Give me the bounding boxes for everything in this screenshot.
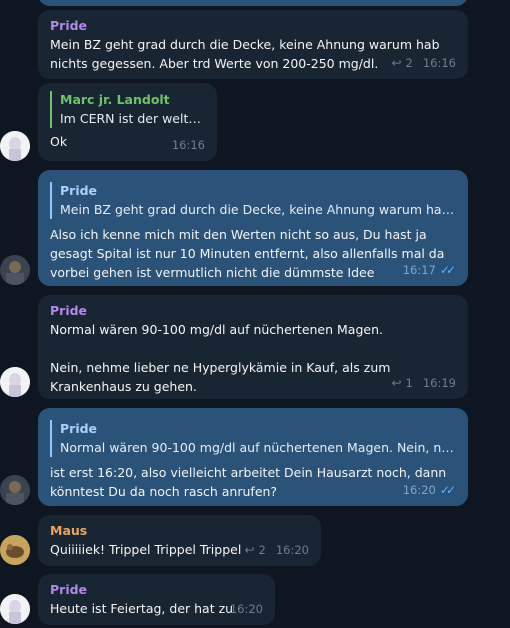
double-check-icon: ✓✓ — [439, 263, 456, 277]
avatar-image — [0, 594, 30, 624]
avatar[interactable] — [0, 475, 30, 505]
message-bubble[interactable]: Pride Mein BZ geht grad durch die Decke,… — [38, 10, 468, 79]
sender-name[interactable]: Pride — [50, 581, 263, 599]
reply-count[interactable]: 2 — [406, 54, 413, 73]
avatar-image — [0, 131, 30, 161]
reply-arrow-icon[interactable]: ↩ — [391, 374, 401, 393]
message-meta: 16:20 — [230, 600, 263, 619]
avatar[interactable] — [0, 594, 30, 624]
sender-name[interactable]: Pride — [50, 302, 456, 320]
message-time: 16:20 — [275, 543, 309, 557]
quote-text: Mein BZ geht grad durch die Decke, keine… — [60, 202, 456, 217]
reply-arrow-icon[interactable]: ↩ — [391, 54, 401, 73]
avatar-image — [0, 535, 30, 565]
avatar-image — [0, 475, 30, 505]
message-meta: 16:20 ✓✓ — [403, 481, 456, 500]
message-time: 16:16 — [171, 138, 205, 152]
message-meta: ↩ 2 16:20 — [244, 541, 309, 560]
message-text: Also ich kenne mich mit den Werten nicht… — [50, 227, 449, 280]
reply-quote[interactable]: Pride Mein BZ geht grad durch die Decke,… — [50, 182, 456, 219]
message-bubble[interactable]: Marc jr. Landolt Im CERN ist der weltw..… — [38, 83, 217, 161]
message-meta: 16:17 ✓✓ — [403, 261, 456, 280]
message-bubble[interactable]: Pride Mein BZ geht grad durch die Decke,… — [38, 170, 468, 286]
double-check-icon: ✓✓ — [439, 483, 456, 497]
reply-count[interactable]: 1 — [406, 374, 413, 393]
avatar-image — [0, 255, 30, 285]
message-time: 16:20 — [229, 602, 263, 616]
sender-name[interactable]: Maus — [50, 522, 309, 540]
quote-text: Im CERN ist der weltw... — [60, 111, 205, 126]
message-bubble-partial[interactable] — [38, 0, 468, 6]
quote-sender: Marc jr. Landolt — [60, 92, 170, 107]
avatar[interactable] — [0, 535, 30, 565]
reply-arrow-icon[interactable]: ↩ — [244, 541, 254, 560]
quote-text: Normal wären 90-100 mg/dl auf nüchertene… — [60, 440, 456, 455]
avatar-image — [0, 367, 30, 397]
message-bubble[interactable]: Maus Quiiiiiek! Trippel Trippel Trippel … — [38, 515, 321, 566]
avatar[interactable] — [0, 131, 30, 161]
message-meta: 16:16 — [172, 136, 205, 155]
message-time: 16:17 — [402, 263, 436, 277]
message-bubble[interactable]: Pride Heute ist Feiertag, der hat zu 16:… — [38, 574, 275, 625]
sender-name[interactable]: Pride — [50, 17, 456, 35]
quote-sender: Pride — [60, 421, 98, 436]
reply-count[interactable]: 2 — [259, 541, 266, 560]
message-bubble[interactable]: Pride Normal wären 90-100 mg/dl auf nüch… — [38, 408, 468, 506]
message-time: 16:16 — [422, 56, 456, 70]
message-meta: ↩ 1 16:19 — [391, 374, 456, 393]
message-bubble[interactable]: Pride Normal wären 90-100 mg/dl auf nüch… — [38, 295, 468, 399]
message-time: 16:19 — [422, 376, 456, 390]
reply-quote[interactable]: Marc jr. Landolt Im CERN ist der weltw..… — [50, 91, 205, 128]
message-time: 16:20 — [402, 483, 436, 497]
quote-sender: Pride — [60, 183, 98, 198]
message-meta: ↩ 2 16:16 — [391, 54, 456, 73]
avatar[interactable] — [0, 255, 30, 285]
avatar[interactable] — [0, 367, 30, 397]
message-text: ist erst 16:20, also vielleicht arbeitet… — [50, 465, 451, 499]
reply-quote[interactable]: Pride Normal wären 90-100 mg/dl auf nüch… — [50, 420, 456, 457]
